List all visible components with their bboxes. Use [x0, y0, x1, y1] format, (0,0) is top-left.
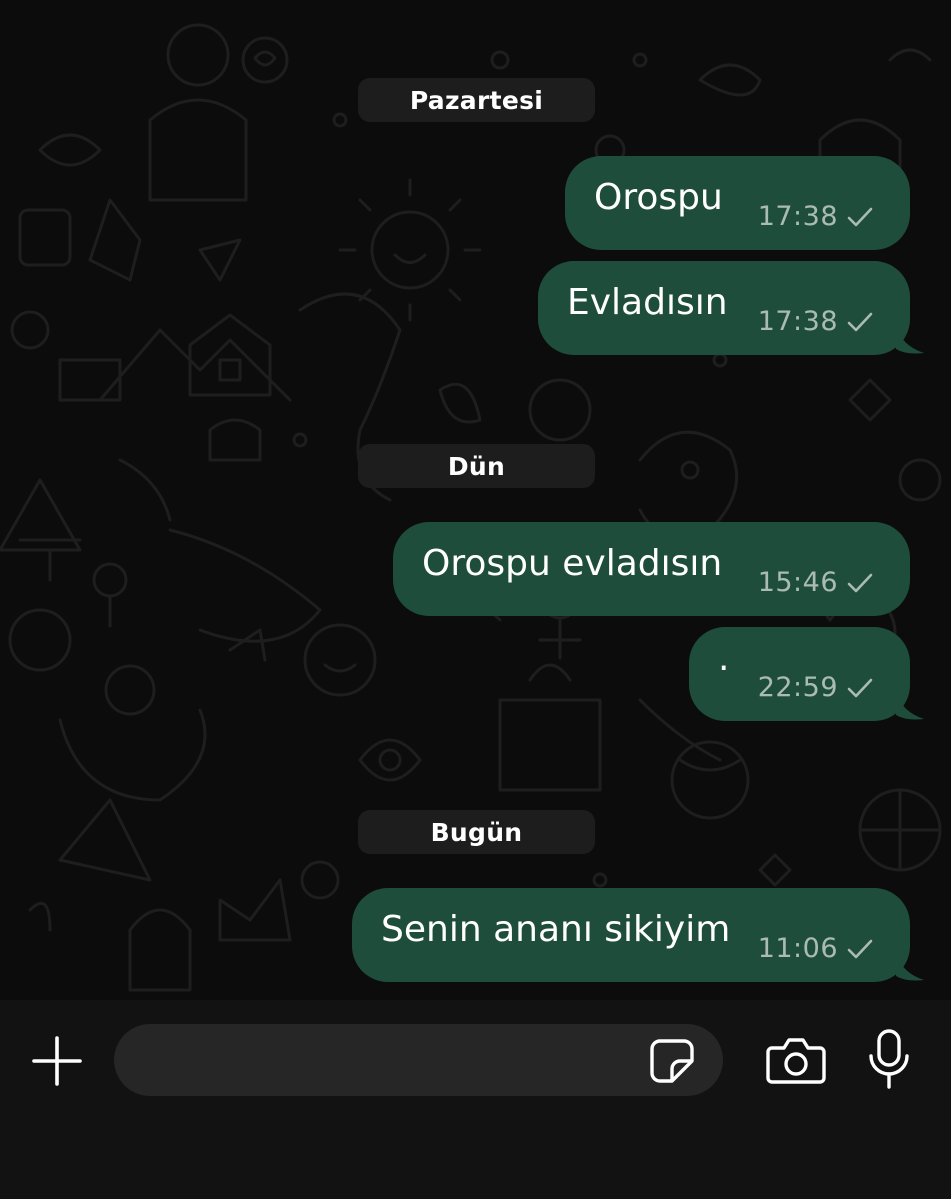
message-meta: 15:46: [758, 567, 874, 598]
message-meta: 17:38: [758, 306, 874, 337]
date-separator-label: Bugün: [430, 817, 523, 847]
message-time: 11:06: [757, 933, 838, 964]
sent-check-icon: [847, 312, 873, 331]
plus-icon[interactable]: [30, 1034, 84, 1088]
message-input-field[interactable]: [114, 1024, 723, 1096]
message-list[interactable]: Pazartesi Orospu 17:38 Evladısın 17:38 D…: [0, 0, 951, 1000]
date-separator-label: Dün: [447, 451, 506, 481]
date-separator-dun: Dün: [358, 444, 595, 488]
date-separator-pazartesi: Pazartesi: [358, 78, 595, 122]
sticker-icon[interactable]: [648, 1037, 696, 1085]
message-time: 15:46: [757, 567, 838, 598]
camera-icon[interactable]: [766, 1036, 826, 1086]
outgoing-message[interactable]: Senin ananı sikiyim 11:06: [352, 888, 910, 982]
bubble-tail: [896, 326, 924, 354]
outgoing-message[interactable]: Orospu 17:38: [565, 156, 910, 250]
message-meta: 17:38: [758, 201, 874, 232]
sent-check-icon: [847, 573, 873, 592]
message-meta: 11:06: [758, 933, 874, 964]
sent-check-icon: [847, 939, 873, 958]
date-separator-label: Pazartesi: [409, 85, 544, 115]
microphone-icon[interactable]: [866, 1028, 912, 1090]
bubble-tail: [896, 692, 924, 720]
message-input[interactable]: [142, 1038, 646, 1084]
message-text: Orospu evladısın: [422, 543, 723, 584]
outgoing-message[interactable]: · 22:59: [689, 627, 910, 721]
message-text: Senin ananı sikiyim: [381, 909, 731, 950]
bubble-tail: [896, 953, 924, 981]
date-separator-bugun: Bugün: [358, 810, 595, 854]
message-text: Evladısın: [567, 282, 728, 323]
outgoing-message[interactable]: Evladısın 17:38: [538, 261, 910, 355]
sent-check-icon: [847, 678, 873, 697]
chat-screen: Pazartesi Orospu 17:38 Evladısın 17:38 D…: [0, 0, 951, 1199]
message-time: 17:38: [757, 201, 838, 232]
message-text: Orospu: [594, 177, 723, 218]
message-text: ·: [718, 648, 730, 689]
message-time: 17:38: [757, 306, 838, 337]
message-meta: 22:59: [758, 672, 874, 703]
outgoing-message[interactable]: Orospu evladısın 15:46: [393, 522, 910, 616]
sent-check-icon: [847, 207, 873, 226]
message-time: 22:59: [757, 672, 838, 703]
